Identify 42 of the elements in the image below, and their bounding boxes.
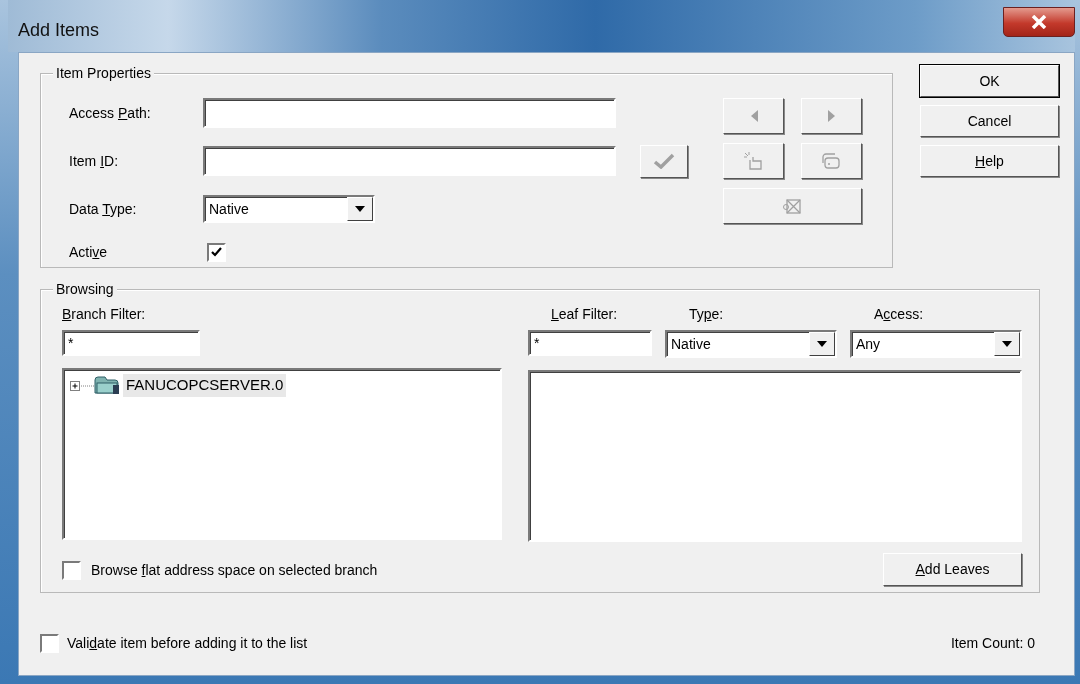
field-label: Data Type: xyxy=(69,199,138,219)
checkbox[interactable] xyxy=(40,634,59,653)
checkbox-label: Validate item before adding it to the list xyxy=(67,634,308,653)
add-leaves-button[interactable]: Add Leaves xyxy=(883,553,1022,586)
expand-icon[interactable] xyxy=(70,378,94,392)
server-folder-icon xyxy=(94,375,120,396)
field-label: Type: xyxy=(689,305,725,324)
field-label: Item ID: xyxy=(69,151,119,171)
dropdown[interactable]: Native xyxy=(665,330,837,358)
field-label: Branch Filter: xyxy=(62,305,147,324)
window-title: Add Items xyxy=(18,19,100,42)
dialog-button[interactable]: Help xyxy=(920,145,1059,177)
text-field[interactable] xyxy=(203,146,616,176)
checkbox-label: Browse flat address space on selected branch xyxy=(91,561,378,580)
tree-item[interactable]: FANUCOPCSERVER.0 xyxy=(123,374,287,397)
field-label: Leaf Filter: xyxy=(551,305,619,324)
delete-icon xyxy=(782,197,803,215)
item-count: Item Count: 0 xyxy=(950,634,1035,653)
checkbox[interactable] xyxy=(207,242,226,262)
dropdown[interactable]: Any xyxy=(850,330,1022,358)
group-label: Item Properties xyxy=(53,64,154,82)
field-label: Access: xyxy=(874,305,925,324)
dropdown[interactable]: Native xyxy=(203,195,375,223)
close-button[interactable] xyxy=(1003,7,1075,37)
checkmark-icon xyxy=(211,247,222,257)
checkbox[interactable] xyxy=(62,561,81,580)
tree-view[interactable]: FANUCOPCSERVER.0 xyxy=(62,368,502,540)
dialog-button[interactable]: OK xyxy=(920,65,1059,97)
filter-field[interactable]: * xyxy=(62,330,200,356)
text-field[interactable] xyxy=(203,98,616,128)
field-label: Access Path: xyxy=(69,103,152,123)
dialog-button[interactable]: Cancel xyxy=(920,105,1059,137)
dropdown-arrow-icon xyxy=(1002,341,1012,347)
group-label: Browsing xyxy=(53,280,117,298)
field-label: Active xyxy=(69,242,109,262)
close-icon xyxy=(1031,15,1047,29)
dropdown-arrow-icon xyxy=(817,341,827,347)
list-view[interactable] xyxy=(528,370,1022,542)
dropdown-arrow-icon xyxy=(355,206,365,212)
tag-icon xyxy=(822,152,841,170)
checkmark-icon xyxy=(653,153,675,169)
filter-field[interactable]: * xyxy=(528,330,652,356)
